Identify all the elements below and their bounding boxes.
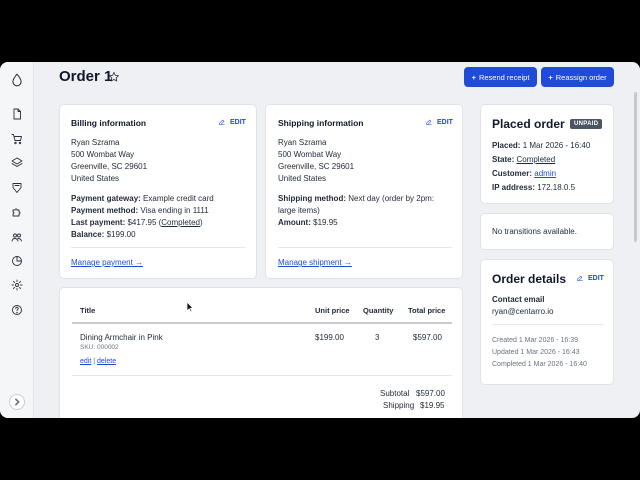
shipping-edit-link[interactable]: EDIT bbox=[425, 118, 453, 126]
page-header: Order 1 + Resend receipt + Reassign order bbox=[34, 62, 640, 92]
shipping-method-row-cont: large items) bbox=[278, 206, 320, 215]
ip-row: IP address: 172.18.0.5 bbox=[492, 183, 576, 192]
contact-email-value: ryan@centarro.io bbox=[492, 307, 554, 316]
tag-icon[interactable] bbox=[10, 181, 24, 195]
details-edit-link[interactable]: EDIT bbox=[576, 274, 604, 282]
edit-icon bbox=[426, 119, 432, 125]
placed-order-title: Placed order bbox=[492, 117, 565, 131]
item-quantity: 3 bbox=[375, 333, 380, 342]
shipping-total-value: $19.95 bbox=[420, 401, 445, 410]
updated-timestamp: Updated 1 Mar 2026 - 16:43 bbox=[492, 349, 580, 356]
divider bbox=[278, 247, 452, 248]
plus-icon: + bbox=[471, 72, 476, 82]
col-unit-price: Unit price bbox=[315, 306, 350, 315]
transitions-text: No transitions available. bbox=[492, 227, 577, 236]
status-badge: UNPAID bbox=[570, 119, 603, 129]
cart-icon[interactable] bbox=[10, 132, 24, 146]
customer-row: Customer: admin bbox=[492, 169, 557, 178]
shipping-title: Shipping information bbox=[278, 118, 364, 128]
reassign-order-button[interactable]: + Reassign order bbox=[541, 67, 614, 87]
gear-icon[interactable] bbox=[10, 278, 24, 292]
main-content: Order 1 + Resend receipt + Reassign order … bbox=[34, 62, 640, 418]
users-icon[interactable] bbox=[10, 230, 24, 244]
customer-link[interactable]: admin bbox=[534, 169, 556, 178]
col-quantity: Quantity bbox=[363, 306, 394, 315]
item-unit-price: $199.00 bbox=[315, 333, 344, 342]
shipping-name: Ryan Szrama bbox=[278, 138, 327, 147]
shipping-address2: Greenville, SC 29601 bbox=[278, 162, 355, 171]
shipping-total-label: Shipping bbox=[383, 401, 415, 410]
billing-card: Billing information EDIT Ryan Szrama 500… bbox=[59, 104, 257, 279]
shipping-card: Shipping information EDIT Ryan Szrama 50… bbox=[265, 104, 463, 279]
payment-gateway-row: Payment gateway: Example credit card bbox=[71, 194, 214, 203]
sidebar-collapse-button[interactable] bbox=[9, 394, 25, 410]
billing-title: Billing information bbox=[71, 118, 147, 128]
sidebar bbox=[0, 62, 34, 418]
app-window: Order 1 + Resend receipt + Reassign order … bbox=[0, 62, 640, 418]
chevron-right-icon bbox=[14, 398, 20, 406]
item-actions: edit | delete bbox=[80, 358, 117, 365]
document-icon[interactable] bbox=[10, 107, 24, 121]
order-details-title: Order details bbox=[492, 272, 567, 286]
shipping-address1: 500 Wombat Way bbox=[278, 150, 342, 159]
edit-icon bbox=[219, 119, 225, 125]
col-total-price: Total price bbox=[408, 306, 446, 315]
layers-icon[interactable] bbox=[10, 156, 24, 170]
shipping-method-row: Shipping method: Next day (order by 2pm: bbox=[278, 194, 435, 203]
created-timestamp: Created 1 Mar 2026 - 16:39 bbox=[492, 337, 578, 344]
edit-icon bbox=[577, 275, 583, 281]
chart-icon[interactable] bbox=[10, 254, 24, 268]
resend-receipt-button[interactable]: + Resend receipt bbox=[464, 67, 537, 87]
manage-shipment-link[interactable]: Manage shipment → bbox=[278, 258, 352, 267]
placed-row: Placed: 1 Mar 2026 - 16:40 bbox=[492, 141, 591, 150]
puzzle-icon[interactable] bbox=[10, 205, 24, 219]
completed-timestamp: Completed 1 Mar 2026 - 16:40 bbox=[492, 361, 587, 368]
balance-row: Balance: $199.00 bbox=[71, 230, 136, 239]
item-sku: SKU: 000002 bbox=[80, 344, 119, 351]
billing-country: United States bbox=[71, 174, 120, 183]
subtotal-value: $597.00 bbox=[416, 389, 445, 398]
state-row: State: Completed bbox=[492, 155, 556, 164]
star-icon[interactable] bbox=[108, 70, 120, 82]
shipping-country: United States bbox=[278, 174, 327, 183]
payment-method-row: Payment method: Visa ending in 1111 bbox=[71, 206, 209, 215]
item-total-price: $597.00 bbox=[413, 333, 442, 342]
order-items-card: Title Unit price Quantity Total price Di… bbox=[59, 287, 463, 418]
col-title: Title bbox=[80, 306, 96, 315]
page-title: Order 1 bbox=[59, 68, 113, 85]
item-title: Dining Armchair in Pink bbox=[80, 333, 163, 342]
subtotal-label: Subtotal bbox=[380, 389, 410, 398]
help-icon[interactable] bbox=[10, 303, 24, 317]
item-delete-link[interactable]: delete bbox=[97, 358, 116, 365]
shipping-amount-row: Amount: $19.95 bbox=[278, 218, 338, 227]
divider bbox=[71, 247, 245, 248]
contact-email-label: Contact email bbox=[492, 295, 545, 304]
mouse-cursor-icon bbox=[186, 301, 194, 313]
scrollbar[interactable] bbox=[634, 92, 637, 242]
logo-drop-icon[interactable] bbox=[10, 73, 24, 87]
billing-edit-link[interactable]: EDIT bbox=[218, 118, 246, 126]
header-divider bbox=[72, 322, 452, 324]
divider bbox=[492, 324, 604, 325]
placed-order-card: Placed order UNPAID Placed: 1 Mar 2026 -… bbox=[480, 104, 614, 204]
last-payment-row: Last payment: $417.95 (Completed) bbox=[71, 218, 203, 227]
transitions-card: No transitions available. bbox=[480, 213, 614, 250]
item-edit-link[interactable]: edit bbox=[80, 358, 91, 365]
row-divider bbox=[72, 375, 452, 376]
order-details-card: Order details EDIT Contact email ryan@ce… bbox=[480, 259, 614, 385]
billing-name: Ryan Szrama bbox=[71, 138, 120, 147]
billing-address1: 500 Wombat Way bbox=[71, 150, 135, 159]
plus-icon: + bbox=[548, 72, 553, 82]
manage-payment-link[interactable]: Manage payment → bbox=[71, 258, 143, 267]
billing-address2: Greenville, SC 29601 bbox=[71, 162, 148, 171]
